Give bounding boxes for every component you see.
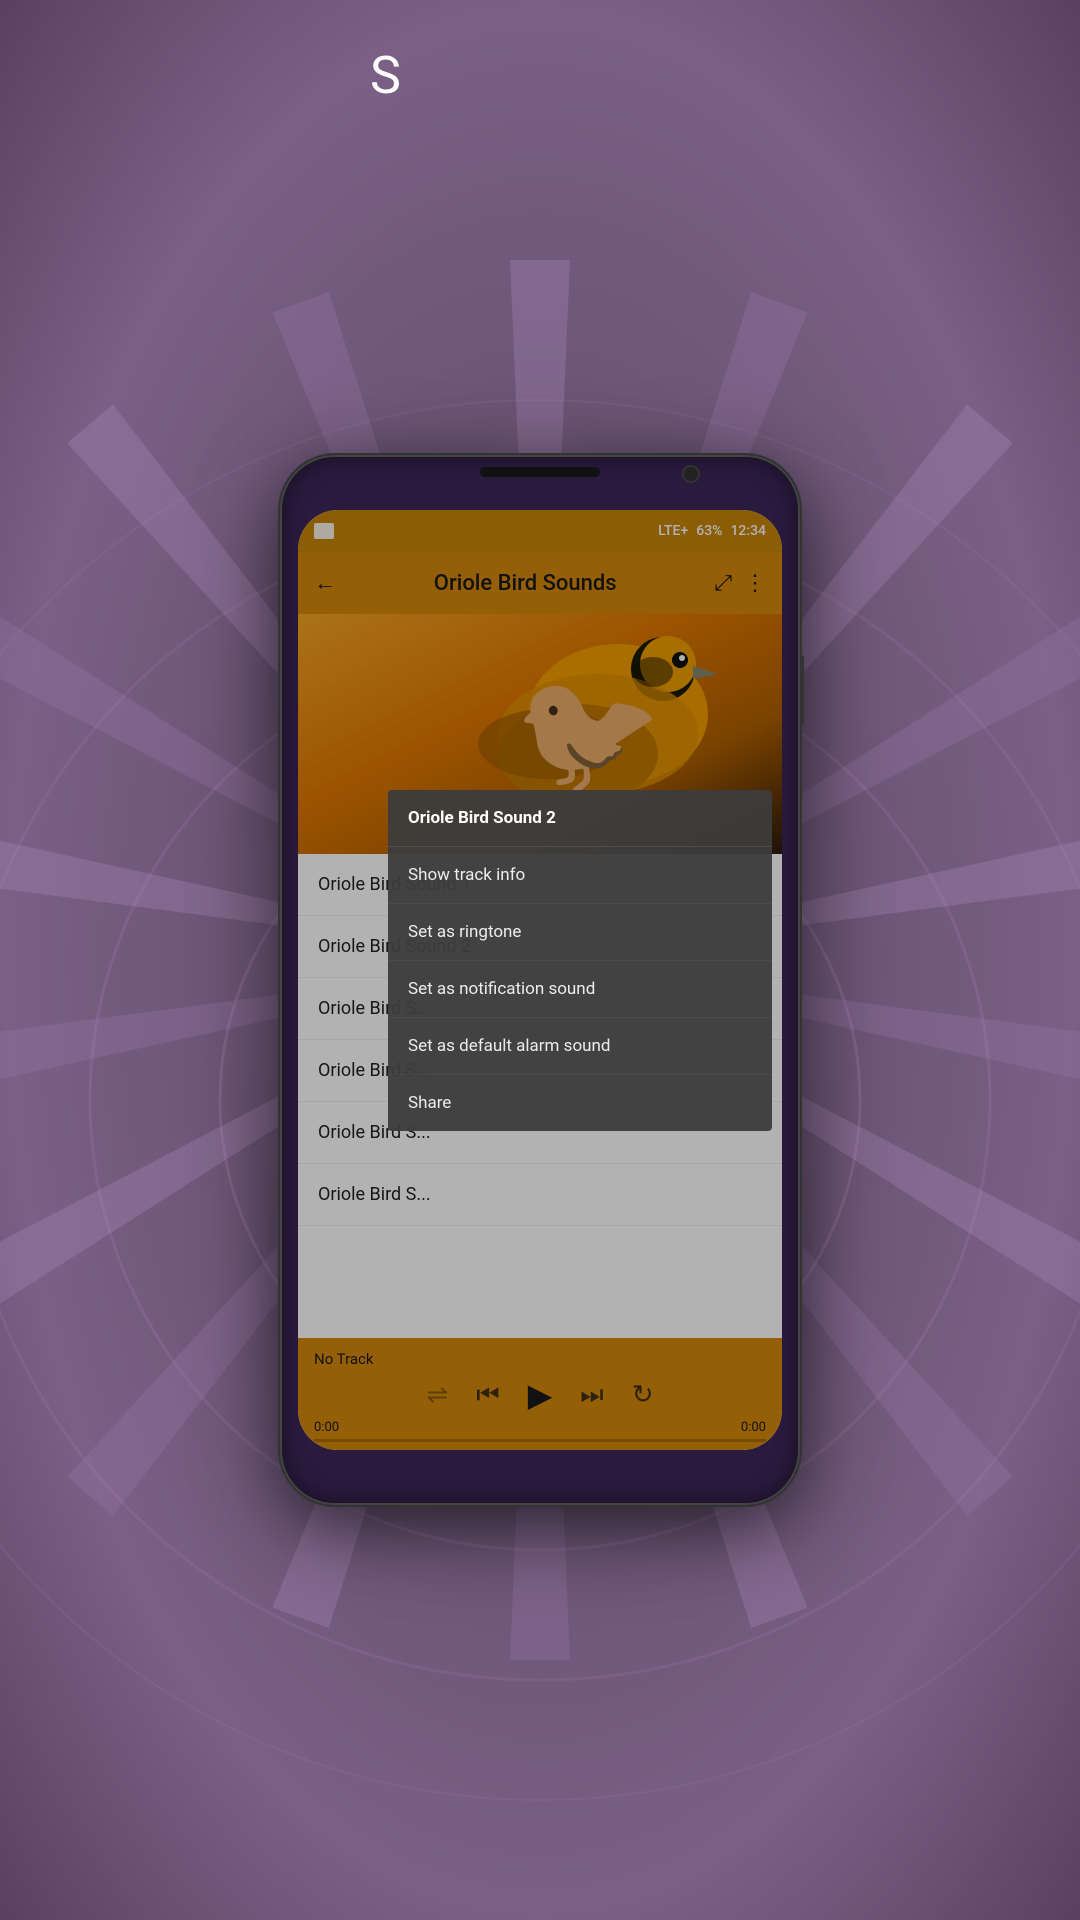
- context-menu-item-set-alarm[interactable]: Set as default alarm sound: [388, 1018, 772, 1075]
- side-button: [800, 655, 804, 725]
- context-menu-item-share[interactable]: Share: [388, 1075, 772, 1131]
- phone-screen: LTE+ 63% 12:34 ← Oriole Bird Sounds ⤢ ⋮: [298, 510, 782, 1450]
- context-menu-item-set-ringtone[interactable]: Set as ringtone: [388, 904, 772, 961]
- context-menu-title: Oriole Bird Sound 2: [388, 790, 772, 847]
- background-letter: S: [370, 45, 401, 106]
- context-menu-item-set-notification[interactable]: Set as notification sound: [388, 961, 772, 1018]
- context-menu: Oriole Bird Sound 2 Show track info Set …: [388, 790, 772, 1131]
- phone-notch: [480, 467, 600, 477]
- phone-device: LTE+ 63% 12:34 ← Oriole Bird Sounds ⤢ ⋮: [280, 455, 800, 1505]
- context-menu-item-show-track-info[interactable]: Show track info: [388, 847, 772, 904]
- phone-camera: [682, 465, 700, 483]
